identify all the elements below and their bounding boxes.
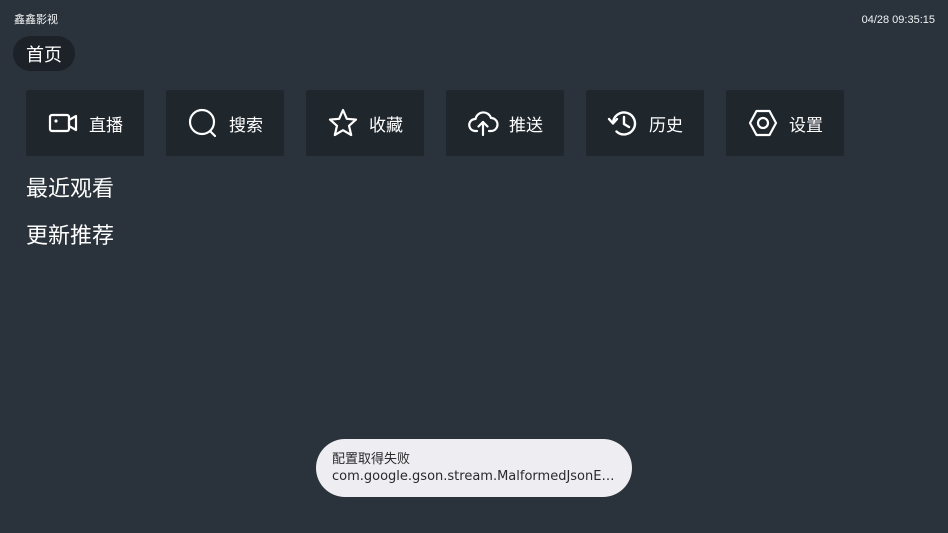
settings-hexagon-icon [747, 107, 779, 139]
search-button[interactable]: 搜索 [166, 90, 284, 156]
favorites-button[interactable]: 收藏 [306, 90, 424, 156]
home-tab[interactable]: 首页 [13, 36, 75, 71]
tv-home-screen: 鑫鑫影视 04/28 09:35:15 首页 直播 搜索 收藏 推送 历史 设置… [0, 0, 948, 533]
error-toast: 配置取得失败 com.google.gson.stream.MalformedJ… [316, 439, 632, 497]
toast-message-detail: com.google.gson.stream.MalformedJsonEx..… [332, 469, 616, 484]
video-camera-icon [47, 107, 79, 139]
quick-actions-row: 直播 搜索 收藏 推送 历史 设置 [26, 90, 844, 156]
settings-button[interactable]: 设置 [726, 90, 844, 156]
history-icon [607, 107, 639, 139]
app-name: 鑫鑫影视 [14, 13, 58, 26]
settings-button-label: 设置 [789, 115, 823, 136]
search-icon [187, 107, 219, 139]
cloud-upload-icon [467, 107, 499, 139]
section-recommended-updates: 更新推荐 [26, 224, 115, 249]
section-recently-watched: 最近观看 [26, 177, 115, 202]
home-tab-label: 首页 [26, 44, 62, 66]
history-button-label: 历史 [649, 115, 683, 136]
favorites-button-label: 收藏 [369, 115, 403, 136]
toast-message-title: 配置取得失败 [332, 452, 411, 467]
push-button[interactable]: 推送 [446, 90, 564, 156]
star-icon [327, 107, 359, 139]
history-button[interactable]: 历史 [586, 90, 704, 156]
clock: 04/28 09:35:15 [861, 14, 935, 26]
search-button-label: 搜索 [229, 115, 263, 136]
live-button[interactable]: 直播 [26, 90, 144, 156]
push-button-label: 推送 [509, 115, 543, 136]
live-button-label: 直播 [89, 115, 123, 136]
